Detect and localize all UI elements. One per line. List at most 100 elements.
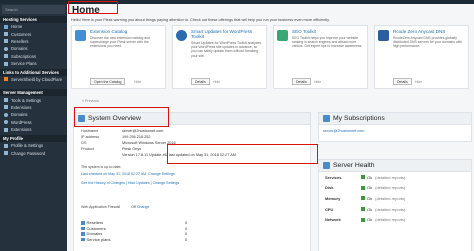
kv-value: Plesk Onyx — [122, 147, 142, 151]
health-status: Ok — [367, 185, 373, 191]
puzzle-icon — [4, 105, 8, 110]
stat-label[interactable]: Resellers — [87, 220, 104, 225]
stat-value: 0 — [185, 220, 188, 225]
hide-link[interactable]: Hide — [134, 80, 141, 84]
sidebar-item-label: Domains — [11, 46, 28, 52]
highlight-box-system-overview — [74, 107, 169, 127]
key-icon — [4, 151, 8, 156]
details-button[interactable]: Details — [191, 78, 210, 85]
history-links[interactable]: See the History of Changes | Hide Update… — [81, 181, 179, 185]
sidebar-item-label: WordPress — [11, 119, 32, 125]
health-status: Ok — [367, 195, 373, 201]
kv-key: IP address — [81, 135, 100, 139]
ok-icon — [361, 175, 365, 180]
home-icon — [4, 24, 8, 29]
last-checked-link[interactable]: Last checked on May 31, 2018 02:27 AM. C… — [81, 172, 175, 176]
kv-key: Hostname — [81, 129, 99, 133]
stat-value: 0 — [185, 231, 188, 236]
sidebar-item-label: Profile & Settings — [11, 143, 44, 149]
sidebar-item-subscriptions[interactable]: Subscriptions — [0, 53, 67, 60]
kv-product: Product Plesk Onyx — [81, 147, 141, 151]
stat-label[interactable]: Domains — [87, 231, 103, 236]
sidebar-item-home[interactable]: Home — [0, 23, 67, 30]
subscriptions-panel: My Subscriptions server@2hostonnet.com — [318, 112, 472, 142]
promo-card: Smart Updates for WordPress Toolkit Smar… — [172, 25, 267, 89]
stats-values: 0 0 0 0 — [185, 220, 187, 242]
firewall-label: Web Application Firewall — [81, 205, 121, 209]
sidebar-item-label: Domains — [11, 112, 28, 118]
card-text: SEO Toolkit helps you improve your websi… — [292, 36, 363, 49]
card-title[interactable]: SEO Toolkit — [292, 29, 364, 34]
sidebar-item-label: Customers — [11, 31, 32, 37]
sidebar-item-label: Resellers — [11, 38, 29, 44]
open-catalog-button[interactable]: Open the Catalog — [90, 78, 126, 85]
health-row: Network Ok (detailed reports) — [319, 214, 471, 225]
wordpress-icon — [4, 120, 8, 125]
tools-icon — [4, 98, 8, 103]
detailed-reports-link[interactable]: (detailed reports) — [375, 217, 405, 222]
stat-label[interactable]: Service plans — [87, 237, 111, 242]
detailed-reports-link[interactable]: (detailed reports) — [375, 196, 405, 201]
sidebar-item-servershield[interactable]: ServerShield by CloudFlare — [0, 76, 67, 87]
sidebar-item-label: Home — [11, 24, 23, 30]
previous-link[interactable]: « Previous — [82, 99, 99, 103]
firewall-change-link[interactable]: Change — [137, 205, 150, 209]
reseller-icon — [81, 221, 85, 225]
hide-link[interactable]: Hide — [314, 80, 321, 84]
hide-link[interactable]: Hide — [213, 80, 220, 84]
subscription-link[interactable]: server@2hostonnet.com — [323, 129, 364, 133]
sidebar-item-label: ServerShield by CloudFlare — [11, 77, 63, 83]
sidebar-item-domains-2[interactable]: Domains — [0, 111, 67, 118]
users-icon — [4, 39, 8, 44]
promo-card: SEO Toolkit SEO Toolkit helps you improv… — [273, 25, 368, 89]
card-title[interactable]: Rcode Zero Anycast DNS — [393, 29, 465, 34]
sidebar-item-label: Subscriptions — [11, 53, 37, 59]
health-status: Ok — [367, 174, 373, 180]
card-text: Discover the new extension catalog and s… — [90, 36, 150, 49]
sidebar-item-extensions[interactable]: Extensions — [0, 104, 67, 111]
sidebar-item-label: Service Plans — [11, 61, 37, 67]
globe-icon — [4, 46, 8, 51]
promo-cards: Extension Catalog Discover the new exten… — [71, 25, 469, 89]
sidebar-item-tools[interactable]: Tools & Settings — [0, 96, 67, 103]
detailed-reports-link[interactable]: (detailed reports) — [375, 175, 405, 180]
sidebar-item-domains[interactable]: Domains — [0, 45, 67, 52]
stat-label[interactable]: Customers — [87, 226, 106, 231]
health-name: Memory — [325, 195, 341, 201]
kv-value: 199.256.218.252 — [122, 135, 151, 139]
dns-icon — [378, 30, 389, 41]
firewall-toggle[interactable]: Off — [131, 205, 136, 209]
health-name: CPU — [325, 206, 334, 212]
details-button[interactable]: Details — [292, 78, 311, 85]
detailed-reports-link[interactable]: (detailed reports) — [375, 185, 405, 190]
ok-icon — [361, 185, 365, 190]
sidebar-search-input[interactable]: Search — [2, 5, 65, 14]
sidebar: Search Hosting Services Home Customers R… — [0, 4, 67, 251]
sidebar-item-customers[interactable]: Customers — [0, 30, 67, 37]
details-button[interactable]: Details — [393, 78, 412, 85]
sidebar-item-wordpress[interactable]: WordPress — [0, 119, 67, 126]
sidebar-item-label: Tools & Settings — [11, 97, 42, 103]
sidebar-item-label: Change Password — [11, 150, 46, 156]
subscription-icon — [4, 54, 8, 59]
sidebar-item-extensions-2[interactable]: Extensions — [0, 126, 67, 133]
sidebar-section-hosting: Hosting Services — [0, 16, 67, 23]
intro-text: Hello! Here is your Plesk warning you ab… — [71, 18, 330, 22]
sidebar-item-resellers[interactable]: Resellers — [0, 38, 67, 45]
card-title[interactable]: Smart Updates for WordPress Toolkit — [191, 29, 263, 39]
detailed-reports-link[interactable]: (detailed reports) — [375, 207, 405, 212]
cloudflare-icon — [4, 77, 8, 82]
kv-key: OS — [81, 141, 87, 145]
sidebar-item-profile[interactable]: Profile & Settings — [0, 142, 67, 149]
sidebar-item-password[interactable]: Change Password — [0, 150, 67, 157]
panel-title: Server Health — [333, 162, 375, 169]
ok-icon — [361, 207, 365, 212]
hide-link[interactable]: Hide — [415, 80, 422, 84]
sidebar-section-links: Links to Additional Services — [0, 69, 67, 77]
card-title[interactable]: Extension Catalog — [90, 29, 162, 34]
globe-icon — [4, 112, 8, 117]
server-health-header: Server Health — [319, 160, 471, 172]
sidebar-item-service-plans[interactable]: Service Plans — [0, 60, 67, 67]
plesk-window: Search Hosting Services Home Customers R… — [0, 0, 474, 251]
health-status: Ok — [367, 206, 373, 212]
